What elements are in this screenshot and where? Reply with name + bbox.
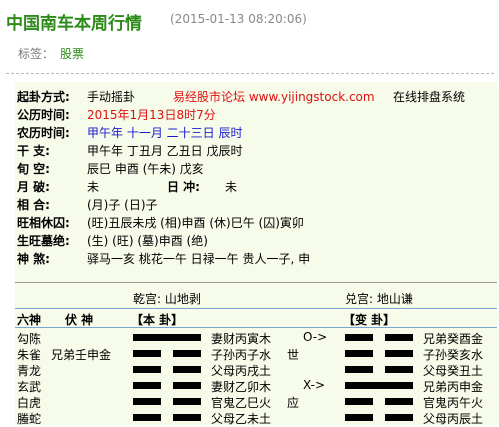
bian-yao-text: 官鬼丙午火: [423, 396, 484, 410]
ben-yao-text: 子孙丙子水: [211, 348, 272, 362]
ganzhi-label: 干 支:: [17, 144, 50, 158]
yin-bar-segment: [345, 398, 373, 405]
yang-bar: [345, 382, 413, 389]
shiying-mark: 应: [287, 396, 300, 410]
yin-bar-segment: [385, 366, 413, 373]
ben-palace: 乾宫: 山地剥: [133, 292, 201, 306]
yin-bar-segment: [173, 366, 201, 373]
yin-bar-segment: [385, 334, 413, 341]
bian-yao-line: [345, 334, 413, 341]
table-header-line: [15, 327, 497, 328]
ben-yao-text: 妻财丙寅木: [211, 332, 272, 346]
bian-yao-line: [345, 382, 413, 389]
yin-bar-segment: [345, 350, 373, 357]
yin-bar-segment: [345, 414, 373, 421]
tag-link-stocks[interactable]: 股票: [60, 45, 84, 62]
moving-mark: O->: [303, 330, 328, 344]
wangxiang-label: 旺相休囚:: [17, 216, 70, 230]
shensha-label: 神 煞:: [17, 252, 50, 266]
xunkong-value: 辰巳 申酉 (午未) 戊亥: [87, 162, 204, 176]
bian-palace: 兑宫: 地山谦: [345, 292, 413, 306]
yin-bar-segment: [345, 334, 373, 341]
col-ben-gua: 【本 卦】: [131, 313, 184, 327]
yuepo-label: 月 破:: [17, 180, 50, 194]
ben-yao-line: [133, 334, 201, 341]
header-divider: [6, 73, 494, 74]
shengwang-label: 生旺墓绝:: [17, 234, 70, 248]
xianghe-label: 相 合:: [17, 198, 50, 212]
yin-bar-segment: [345, 366, 373, 373]
richong-label: 日 冲:: [167, 180, 200, 194]
shengwang-value: (生) (旺) (墓)申酉 (绝): [87, 234, 208, 248]
bian-yao-text: 父母癸丑土: [423, 364, 484, 378]
yin-bar-segment: [385, 350, 413, 357]
bian-yao-text: 子孙癸亥水: [423, 348, 484, 362]
yin-bar-segment: [385, 414, 413, 421]
nongli-value: 甲午年 十一月 二十三日 辰时: [87, 126, 243, 140]
yin-bar-segment: [173, 398, 201, 405]
bian-yao-line: [345, 366, 413, 373]
richong-value: 未: [225, 180, 238, 194]
tags-label: 标签：: [18, 47, 55, 61]
ben-yao-line: [133, 414, 201, 421]
wangxiang-value: (旺)丑辰未戌 (相)申酉 (休)巳午 (囚)寅卯: [87, 216, 304, 230]
bian-yao-text: 父母丙辰土: [423, 412, 484, 426]
ben-yao-text: 妻财乙卯木: [211, 380, 272, 394]
liushen-cell: 勾陈: [17, 332, 42, 346]
shiying-mark: 世: [287, 348, 300, 362]
bian-yao-text: 兄弟丙申金: [423, 380, 484, 394]
yuepo-value: 未: [87, 180, 100, 194]
gongli-label: 公历时间:: [17, 108, 70, 122]
yin-bar-segment: [133, 350, 161, 357]
yin-bar-segment: [133, 414, 161, 421]
method-label: 起卦方式:: [17, 90, 70, 104]
bian-yao-line: [345, 398, 413, 405]
forum-link[interactable]: 易经股市论坛 www.yijingstock.com: [173, 88, 375, 105]
liushen-cell: 玄武: [17, 380, 42, 394]
yin-bar-segment: [173, 382, 201, 389]
yang-bar: [133, 334, 201, 341]
col-liushen: 六神: [17, 313, 42, 327]
liushen-cell: 青龙: [17, 364, 42, 378]
nongli-label: 农历时间:: [17, 126, 70, 140]
shensha-value: 驿马一亥 桃花一午 日禄一午 贵人一子, 申: [87, 252, 311, 266]
yin-bar-segment: [133, 398, 161, 405]
liushen-cell: 朱雀: [17, 348, 42, 362]
yin-bar-segment: [133, 382, 161, 389]
col-bian-gua: 【变 卦】: [343, 313, 396, 327]
fushen-cell: 兄弟壬申金: [51, 348, 112, 362]
ben-yao-text: 父母乙未土: [211, 412, 272, 426]
ben-yao-line: [133, 382, 201, 389]
moving-mark: X->: [303, 378, 326, 392]
ben-yao-text: 父母丙戌土: [211, 364, 272, 378]
xianghe-value: (月)子 (日)子: [87, 198, 158, 212]
ben-yao-line: [133, 366, 201, 373]
post-datetime: (2015-01-13 08:20:06): [170, 12, 307, 26]
ben-yao-line: [133, 398, 201, 405]
liushen-cell: 白虎: [17, 396, 42, 410]
bian-yao-line: [345, 350, 413, 357]
hexagram-panel: 起卦方式: 手动摇卦 易经股市论坛 www.yijingstock.com 在线…: [15, 82, 497, 426]
col-fushen: 伏 神: [65, 313, 94, 327]
gongli-value: 2015年1月13日8时7分: [87, 108, 216, 122]
ben-yao-line: [133, 350, 201, 357]
method-value: 手动摇卦: [87, 90, 136, 104]
table-top-line: [15, 308, 497, 309]
online-suffix: 在线排盘系统: [393, 90, 466, 104]
palace-divider: [15, 282, 497, 283]
yin-bar-segment: [173, 350, 201, 357]
xunkong-label: 旬 空:: [17, 162, 50, 176]
yin-bar-segment: [133, 366, 161, 373]
yin-bar-segment: [385, 398, 413, 405]
yin-bar-segment: [173, 414, 201, 421]
bian-yao-text: 兄弟癸酉金: [423, 332, 484, 346]
ben-yao-text: 官鬼乙巳火: [211, 396, 272, 410]
bian-yao-line: [345, 414, 413, 421]
page-title: 中国南车本周行情: [6, 14, 142, 34]
liushen-cell: 螣蛇: [17, 412, 42, 426]
ganzhi-value: 甲午年 丁丑月 乙丑日 戊辰时: [87, 144, 243, 158]
